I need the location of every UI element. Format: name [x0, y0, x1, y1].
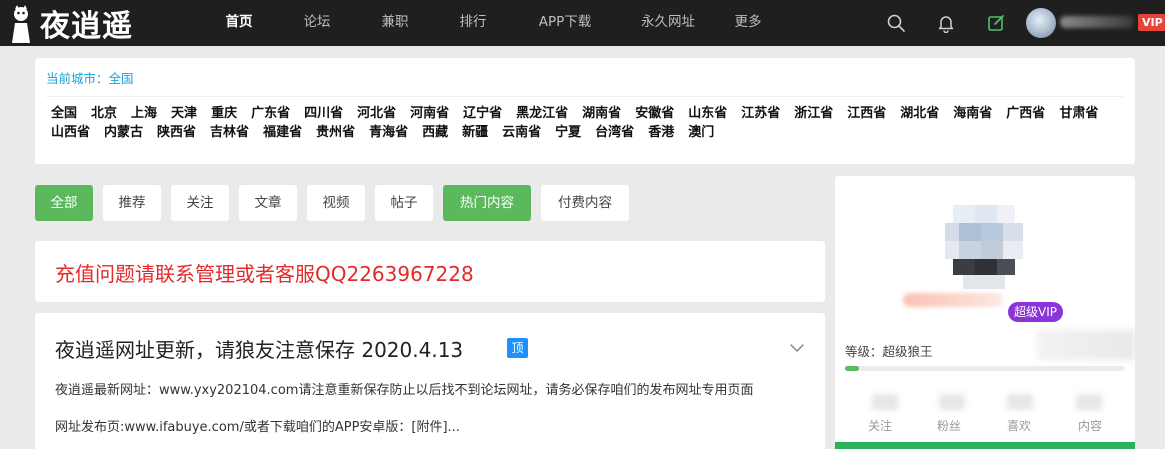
city-link[interactable]: 青海省 — [369, 126, 408, 140]
city-link[interactable]: 上海 — [131, 107, 157, 121]
tab-articles[interactable]: 文章 — [239, 185, 297, 221]
city-link[interactable]: 广西省 — [1006, 107, 1045, 121]
top-navbar: 夜逍遥 首页 论坛 兼职 排行 APP下载 永久网址 更多 VIP — [0, 0, 1165, 46]
main-nav: 首页 论坛 兼职 排行 APP下载 永久网址 更多 — [200, 0, 778, 46]
city-selector-panel: 当前城市：全国 全国 北京 上海 天津 重庆 广东省 四川省 河北省 河南省 辽宁省 黑龙江省 湖南省… — [35, 58, 1135, 164]
city-link[interactable]: 福建省 — [263, 126, 302, 140]
city-link[interactable]: 宁夏 — [555, 126, 581, 140]
city-link[interactable]: 河北省 — [357, 107, 396, 121]
post-excerpt-line: 网址发布页:www.ifabuye.com/或者下载咱们的APP安卓版：[附件]… — [55, 420, 460, 435]
city-link[interactable]: 山西省 — [51, 126, 90, 140]
city-link[interactable]: 浙江省 — [794, 107, 833, 121]
nav-item-home[interactable]: 首页 — [200, 0, 278, 46]
tab-posts[interactable]: 帖子 — [375, 185, 433, 221]
city-link[interactable]: 安徽省 — [635, 107, 674, 121]
action-strip[interactable] — [835, 442, 1135, 449]
tab-paid-content[interactable]: 付费内容 — [541, 185, 629, 221]
level-progress-bar — [845, 366, 1125, 371]
avatar-pixelated[interactable] — [945, 205, 1023, 289]
city-link[interactable]: 四川省 — [304, 107, 343, 121]
nav-item-jobs[interactable]: 兼职 — [356, 0, 434, 46]
stat-following[interactable]: 关注 — [850, 417, 910, 434]
stat-value-blurred — [939, 394, 965, 410]
tab-recommended[interactable]: 推荐 — [103, 185, 161, 221]
notice-text: 充值问题请联系管理或者客服QQ2263967228 — [55, 262, 474, 286]
super-vip-badge: 超级VIP — [1008, 302, 1063, 322]
current-city-label: 当前城市：全国 — [46, 71, 134, 86]
nav-item-forum[interactable]: 论坛 — [278, 0, 356, 46]
city-link[interactable]: 天津 — [171, 107, 197, 121]
blurred-region — [1037, 330, 1135, 360]
city-link[interactable]: 江苏省 — [741, 107, 780, 121]
user-level-label: 等级：超级狼王 — [845, 344, 933, 359]
stat-likes[interactable]: 喜欢 — [989, 417, 1049, 434]
city-link[interactable]: 湖南省 — [582, 107, 621, 121]
site-logo[interactable]: 夜逍遥 — [6, 3, 133, 44]
stat-value-blurred — [1076, 394, 1102, 410]
vip-badge: VIP — [1138, 14, 1165, 31]
city-link[interactable]: 海南省 — [953, 107, 992, 121]
bell-icon[interactable] — [936, 13, 956, 33]
city-link[interactable]: 山东省 — [688, 107, 727, 121]
notice-banner: 充值问题请联系管理或者客服QQ2263967228 — [35, 241, 825, 302]
stat-value-blurred — [1007, 394, 1033, 410]
chevron-down-icon[interactable] — [789, 340, 805, 356]
username-blurred — [903, 293, 1003, 307]
city-list: 全国 北京 上海 天津 重庆 广东省 四川省 河北省 河南省 辽宁省 黑龙江省 湖南省 安徽省 山东省 江苏… — [51, 107, 1126, 140]
tab-all[interactable]: 全部 — [35, 185, 93, 221]
city-link[interactable]: 陕西省 — [157, 126, 196, 140]
user-avatar[interactable] — [1026, 8, 1056, 38]
city-link[interactable]: 湖北省 — [900, 107, 939, 121]
wolf-logo-icon — [12, 5, 30, 43]
content-filter-tabs: 全部 推荐 关注 文章 视频 帖子 热门内容 付费内容 — [35, 185, 639, 221]
city-link[interactable]: 西藏 — [422, 126, 448, 140]
city-link[interactable]: 云南省 — [502, 126, 541, 140]
city-link[interactable]: 香港 — [648, 126, 674, 140]
nav-item-permanent-url[interactable]: 永久网址 — [618, 0, 718, 46]
tab-following[interactable]: 关注 — [171, 185, 229, 221]
pinned-badge: 顶 — [507, 338, 528, 358]
stat-followers[interactable]: 粉丝 — [919, 417, 979, 434]
level-progress-fill — [845, 366, 859, 371]
city-link[interactable]: 全国 — [51, 107, 77, 121]
city-divider — [46, 96, 1123, 97]
post-excerpt-line: 夜逍遥最新网址：www.yxy202104.com请注意重新保存防止以后找不到论… — [55, 383, 754, 398]
tab-hot-content[interactable]: 热门内容 — [443, 185, 531, 221]
stat-content[interactable]: 内容 — [1060, 417, 1120, 434]
city-link[interactable]: 重庆 — [211, 107, 237, 121]
post-card[interactable]: 夜逍遥网址更新，请狼友注意保存 2020.4.13 顶 夜逍遥最新网址：www.… — [35, 313, 825, 449]
city-link[interactable]: 辽宁省 — [463, 107, 502, 121]
user-profile-card: 超级VIP 等级：超级狼王 关注 粉丝 喜欢 内容 — [835, 176, 1135, 449]
city-link[interactable]: 吉林省 — [210, 126, 249, 140]
city-link[interactable]: 河南省 — [410, 107, 449, 121]
edit-icon[interactable] — [986, 13, 1006, 33]
city-link[interactable]: 新疆 — [462, 126, 488, 140]
site-logo-text: 夜逍遥 — [40, 9, 133, 44]
city-link[interactable]: 内蒙古 — [104, 126, 143, 140]
city-link[interactable]: 澳门 — [688, 126, 714, 140]
nav-item-app-download[interactable]: APP下载 — [512, 0, 618, 46]
post-title[interactable]: 夜逍遥网址更新，请狼友注意保存 2020.4.13 — [55, 334, 463, 363]
username-blurred[interactable] — [1060, 16, 1134, 28]
nav-item-more[interactable]: 更多 — [718, 0, 778, 46]
city-link[interactable]: 台湾省 — [595, 126, 634, 140]
search-icon[interactable] — [886, 13, 906, 33]
stat-value-blurred — [872, 394, 898, 410]
city-link[interactable]: 贵州省 — [316, 126, 355, 140]
city-link[interactable]: 北京 — [91, 107, 117, 121]
nav-item-ranking[interactable]: 排行 — [434, 0, 512, 46]
city-link[interactable]: 广东省 — [251, 107, 290, 121]
tab-videos[interactable]: 视频 — [307, 185, 365, 221]
city-link[interactable]: 甘肃省 — [1059, 107, 1098, 121]
city-link[interactable]: 黑龙江省 — [516, 107, 568, 121]
city-link[interactable]: 江西省 — [847, 107, 886, 121]
